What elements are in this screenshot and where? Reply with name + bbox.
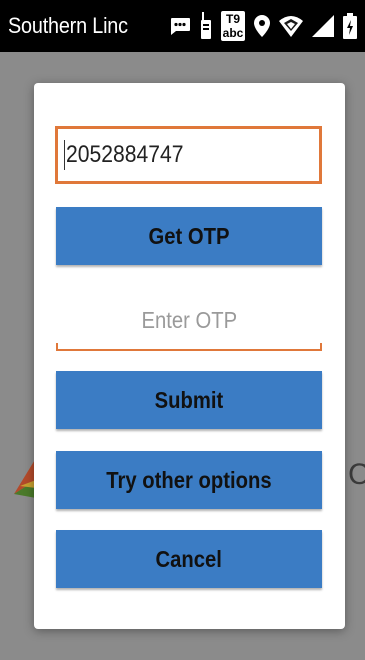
submit-button[interactable]: Submit <box>56 371 322 429</box>
cancel-label: Cancel <box>155 545 223 572</box>
otp-dialog: 2052884747 Get OTP Enter OTP Submit Try … <box>34 83 345 629</box>
signal-icon <box>312 15 334 37</box>
phone-number-input[interactable]: 2052884747 <box>55 126 322 184</box>
otp-input[interactable]: Enter OTP <box>56 291 322 351</box>
get-otp-button[interactable]: Get OTP <box>56 207 322 265</box>
wifi-icon <box>279 15 303 37</box>
carrier-name: Southern Linc <box>8 13 128 38</box>
phone-number-value: 2052884747 <box>66 141 184 168</box>
walkie-talkie-icon <box>200 12 212 40</box>
battery-icon <box>343 13 357 39</box>
try-other-options-label: Try other options <box>106 466 272 493</box>
location-icon <box>254 15 270 37</box>
status-bar: Southern Linc T9 abc <box>0 0 365 52</box>
get-otp-label: Get OTP <box>148 222 230 249</box>
background-text: C <box>348 458 365 491</box>
input-underline-left <box>56 343 58 351</box>
submit-label: Submit <box>154 386 224 413</box>
otp-placeholder: Enter OTP <box>141 306 237 333</box>
message-icon <box>169 17 191 35</box>
try-other-options-button[interactable]: Try other options <box>56 451 322 509</box>
app-logo-icon <box>14 458 36 503</box>
input-underline-right <box>320 343 322 351</box>
t9-abc-icon: T9 abc <box>221 11 245 41</box>
cancel-button[interactable]: Cancel <box>56 530 322 588</box>
status-icons: T9 abc <box>169 10 357 42</box>
text-cursor <box>64 140 65 170</box>
